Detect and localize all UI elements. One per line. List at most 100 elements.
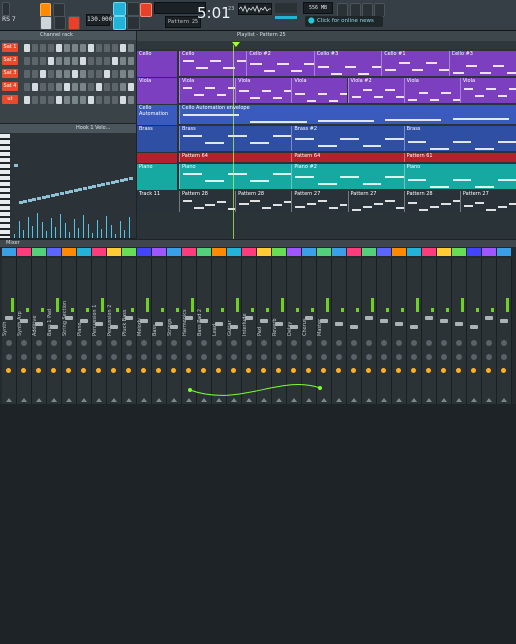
pan-knob[interactable] (501, 340, 507, 346)
piano-roll-note[interactable] (18, 201, 23, 204)
step-button[interactable] (120, 96, 126, 104)
mute-led[interactable] (171, 368, 176, 373)
step-button[interactable] (40, 83, 46, 91)
mixer-strip[interactable]: Bass 1 Pad (47, 248, 62, 404)
velocity-bar[interactable] (106, 216, 107, 238)
stereo-knob[interactable] (141, 354, 147, 360)
stereo-knob[interactable] (411, 354, 417, 360)
mixer-strip[interactable]: Strings (167, 248, 182, 404)
step-button[interactable] (104, 57, 110, 65)
send-arrow-icon[interactable] (231, 398, 237, 402)
step-button[interactable] (24, 70, 30, 78)
step-button[interactable] (32, 70, 38, 78)
playlist-clip[interactable]: Piano (403, 164, 516, 189)
mixer-strip[interactable]: String Section (62, 248, 77, 404)
stereo-knob[interactable] (6, 354, 12, 360)
strip-color-tab[interactable] (347, 248, 361, 256)
mixer-strip[interactable] (377, 248, 392, 404)
stereo-knob[interactable] (351, 354, 357, 360)
mute-led[interactable] (411, 368, 416, 373)
mute-led[interactable] (306, 368, 311, 373)
playlist-button[interactable] (337, 3, 348, 17)
pan-knob[interactable] (276, 340, 282, 346)
strip-color-tab[interactable] (212, 248, 226, 256)
step-button[interactable] (64, 44, 70, 52)
strip-color-tab[interactable] (152, 248, 166, 256)
stereo-knob[interactable] (501, 354, 507, 360)
pan-knob[interactable] (471, 340, 477, 346)
volume-fader[interactable] (140, 319, 148, 323)
strip-color-tab[interactable] (32, 248, 46, 256)
step-button[interactable] (80, 83, 86, 91)
mute-led[interactable] (321, 368, 326, 373)
mixer-strip[interactable] (452, 248, 467, 404)
playlist-clip[interactable]: Pattern 28 (235, 191, 292, 212)
pan-knob[interactable] (411, 340, 417, 346)
volume-fader[interactable] (80, 319, 88, 323)
volume-fader[interactable] (290, 325, 298, 329)
piano-roll-note[interactable] (50, 194, 55, 197)
stereo-knob[interactable] (66, 354, 72, 360)
playlist-clip[interactable]: Viola (235, 78, 292, 103)
step-button[interactable] (88, 83, 94, 91)
playlist-clip[interactable]: Viola (459, 78, 516, 103)
strip-color-tab[interactable] (482, 248, 496, 256)
send-arrow-icon[interactable] (276, 398, 282, 402)
typing-keyboard-button[interactable] (113, 2, 126, 16)
stereo-knob[interactable] (246, 354, 252, 360)
stereo-knob[interactable] (51, 354, 57, 360)
volume-fader[interactable] (50, 325, 58, 329)
send-arrow-icon[interactable] (441, 398, 447, 402)
strip-color-tab[interactable] (182, 248, 196, 256)
mute-led[interactable] (336, 368, 341, 373)
mute-led[interactable] (471, 368, 476, 373)
volume-fader[interactable] (380, 319, 388, 323)
mute-led[interactable] (96, 368, 101, 373)
step-button[interactable] (48, 83, 54, 91)
send-arrow-icon[interactable] (381, 398, 387, 402)
step-button[interactable] (48, 70, 54, 78)
velocity-bar[interactable] (92, 233, 94, 238)
step-button[interactable] (56, 96, 62, 104)
track-header[interactable]: Brass (137, 126, 177, 152)
step-button[interactable] (96, 70, 102, 78)
step-button[interactable] (104, 83, 110, 91)
send-arrow-icon[interactable] (396, 398, 402, 402)
step-button[interactable] (80, 44, 86, 52)
mute-led[interactable] (456, 368, 461, 373)
playlist-clip[interactable]: Pattern 27 (291, 191, 348, 212)
track-header[interactable]: Piano (137, 164, 177, 190)
mute-led[interactable] (381, 368, 386, 373)
playlist-clip[interactable]: Cello #3 (313, 51, 382, 76)
channel-name-button[interactable]: ut (2, 95, 18, 104)
send-arrow-icon[interactable] (261, 398, 267, 402)
menu-icon[interactable] (2, 2, 10, 16)
step-button[interactable] (112, 57, 118, 65)
volume-fader[interactable] (320, 319, 328, 323)
song-mode-button[interactable] (53, 3, 65, 17)
strip-color-tab[interactable] (407, 248, 421, 256)
velocity-bar[interactable] (23, 230, 25, 238)
strip-color-tab[interactable] (422, 248, 436, 256)
piano-roll-note[interactable] (92, 185, 97, 188)
channel-name-button[interactable]: Sat 2 (2, 56, 18, 65)
stereo-knob[interactable] (456, 354, 462, 360)
channel-name-button[interactable]: Sat 4 (2, 82, 18, 91)
mixer-strip[interactable] (332, 248, 347, 404)
step-button[interactable] (104, 96, 110, 104)
piano-roll-note[interactable] (69, 190, 74, 193)
volume-fader[interactable] (395, 322, 403, 326)
snap-icon[interactable] (140, 3, 152, 17)
send-arrow-icon[interactable] (501, 398, 507, 402)
playlist-clip[interactable]: Cello Automation envelope (179, 105, 516, 124)
mute-led[interactable] (66, 368, 71, 373)
stereo-knob[interactable] (156, 354, 162, 360)
strip-color-tab[interactable] (302, 248, 316, 256)
piano-roll-note[interactable] (87, 186, 92, 189)
mute-led[interactable] (81, 368, 86, 373)
playlist-clip[interactable]: Brass #2 (291, 126, 404, 151)
volume-fader[interactable] (335, 322, 343, 326)
velocity-bar[interactable] (124, 230, 126, 238)
pattern-mode-button[interactable] (40, 3, 51, 17)
piano-roll-note[interactable] (32, 198, 37, 201)
